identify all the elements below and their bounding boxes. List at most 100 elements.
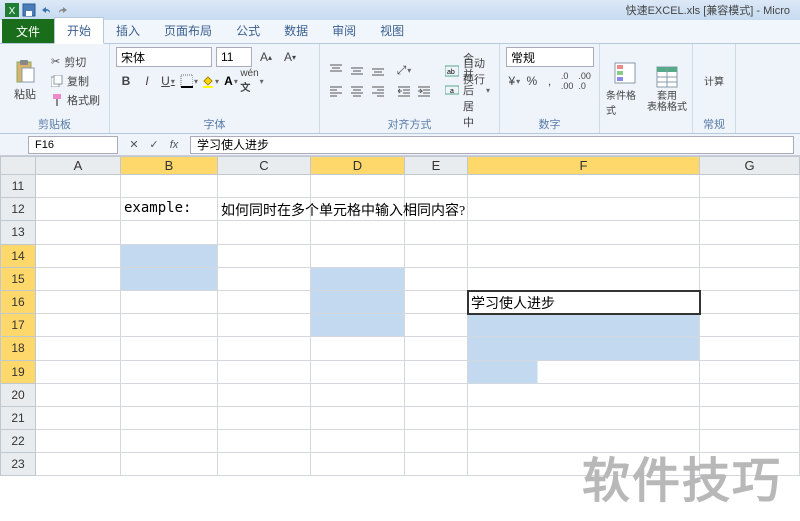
cell-F23[interactable] — [468, 453, 700, 476]
row-header-13[interactable]: 13 — [0, 221, 36, 244]
cell-F11[interactable] — [468, 175, 700, 198]
cut-button[interactable]: ✂剪切 — [48, 53, 103, 71]
cell-E22[interactable] — [405, 430, 468, 453]
select-all-button[interactable] — [0, 156, 36, 175]
copy-button[interactable]: 复制 — [48, 72, 103, 90]
table-format-button[interactable]: 套用 表格格式 — [648, 60, 686, 118]
tab-data[interactable]: 数据 — [272, 18, 320, 43]
cell-D14[interactable] — [311, 245, 405, 268]
cell-G15[interactable] — [700, 268, 800, 291]
cell-B22[interactable] — [121, 430, 218, 453]
cell-A19[interactable] — [36, 361, 121, 384]
align-left-button[interactable] — [326, 81, 346, 101]
formula-bar[interactable]: 学习使人进步 — [190, 136, 794, 154]
cell-C23[interactable] — [218, 453, 311, 476]
cell-E21[interactable] — [405, 407, 468, 430]
cell-D21[interactable] — [311, 407, 405, 430]
cell-E11[interactable] — [405, 175, 468, 198]
col-header-A[interactable]: A — [36, 156, 121, 175]
cell-G13[interactable] — [700, 221, 800, 244]
cell-G11[interactable] — [700, 175, 800, 198]
cell-E15[interactable] — [405, 268, 468, 291]
tab-view[interactable]: 视图 — [368, 18, 416, 43]
save-icon[interactable] — [21, 2, 37, 18]
cell-G14[interactable] — [700, 245, 800, 268]
cell-B16[interactable] — [121, 291, 218, 314]
align-top-button[interactable] — [326, 60, 346, 80]
cell-F17[interactable] — [468, 314, 700, 337]
col-header-D[interactable]: D — [311, 156, 405, 175]
cell-D20[interactable] — [311, 384, 405, 407]
cell-B12[interactable]: example: — [121, 198, 218, 221]
cell-A15[interactable] — [36, 268, 121, 291]
cell-B23[interactable] — [121, 453, 218, 476]
comma-button[interactable]: , — [541, 71, 558, 91]
cell-B14[interactable] — [121, 245, 218, 268]
cell-G17[interactable] — [700, 314, 800, 337]
cell-E23[interactable] — [405, 453, 468, 476]
font-name-combo[interactable]: 宋体 — [116, 47, 212, 67]
cell-B17[interactable] — [121, 314, 218, 337]
font-size-combo[interactable]: 11 — [216, 47, 252, 67]
row-header-21[interactable]: 21 — [0, 407, 36, 430]
cell-C16[interactable] — [218, 291, 311, 314]
cancel-icon[interactable]: ✕ — [126, 137, 142, 153]
row-header-15[interactable]: 15 — [0, 268, 36, 291]
tab-home[interactable]: 开始 — [54, 17, 104, 44]
cell-B20[interactable] — [121, 384, 218, 407]
row-header-20[interactable]: 20 — [0, 384, 36, 407]
name-box[interactable]: F16 — [28, 136, 118, 154]
cell-E16[interactable] — [405, 291, 468, 314]
cell-C19[interactable] — [218, 361, 311, 384]
currency-button[interactable]: ¥▾ — [506, 71, 523, 91]
calc-button[interactable]: 计算 — [699, 52, 729, 110]
cell-A18[interactable] — [36, 337, 121, 360]
cell-F13[interactable] — [468, 221, 700, 244]
underline-button[interactable]: U▾ — [158, 71, 178, 91]
cell-G23[interactable] — [700, 453, 800, 476]
row-header-12[interactable]: 12 — [0, 198, 36, 221]
format-painter-button[interactable]: 格式刷 — [48, 91, 103, 109]
cell-A22[interactable] — [36, 430, 121, 453]
cell-F20[interactable] — [468, 384, 700, 407]
cell-C12[interactable]: 如何同时在多个单元格中输入相同内容? — [218, 198, 311, 221]
phonetic-button[interactable]: wén文▾ — [242, 71, 262, 91]
cell-C22[interactable] — [218, 430, 311, 453]
col-header-E[interactable]: E — [405, 156, 468, 175]
row-header-19[interactable]: 19 — [0, 361, 36, 384]
cell-A11[interactable] — [36, 175, 121, 198]
merge-center-button[interactable]: a合并后居中▾ — [442, 81, 493, 99]
cell-C11[interactable] — [218, 175, 311, 198]
row-header-22[interactable]: 22 — [0, 430, 36, 453]
tab-review[interactable]: 审阅 — [320, 18, 368, 43]
cell-F15[interactable] — [468, 268, 700, 291]
cell-D11[interactable] — [311, 175, 405, 198]
cell-A23[interactable] — [36, 453, 121, 476]
shrink-font-button[interactable]: A▾ — [280, 47, 300, 67]
number-format-combo[interactable]: 常规 — [506, 47, 594, 67]
redo-icon[interactable] — [55, 2, 71, 18]
cell-D13[interactable] — [311, 221, 405, 244]
cell-E13[interactable] — [405, 221, 468, 244]
cond-format-button[interactable]: 条件格式 — [606, 60, 644, 118]
inc-decimal-button[interactable]: .0.00 — [559, 71, 576, 91]
cell-A12[interactable] — [36, 198, 121, 221]
cell-E14[interactable] — [405, 245, 468, 268]
align-right-button[interactable] — [368, 81, 388, 101]
tab-layout[interactable]: 页面布局 — [152, 18, 224, 43]
row-header-11[interactable]: 11 — [0, 175, 36, 198]
tab-formulas[interactable]: 公式 — [224, 18, 272, 43]
cell-A20[interactable] — [36, 384, 121, 407]
cell-B21[interactable] — [121, 407, 218, 430]
fx-icon[interactable]: fx — [166, 137, 182, 153]
cell-E20[interactable] — [405, 384, 468, 407]
cell-A14[interactable] — [36, 245, 121, 268]
align-middle-button[interactable] — [347, 60, 367, 80]
align-center-button[interactable] — [347, 81, 367, 101]
font-color-button[interactable]: A▾ — [221, 71, 241, 91]
cell-D19[interactable] — [311, 361, 405, 384]
cell-F18[interactable] — [468, 337, 700, 360]
paste-button[interactable]: 粘贴 — [6, 52, 44, 110]
cell-B19[interactable] — [121, 361, 218, 384]
cell-C13[interactable] — [218, 221, 311, 244]
